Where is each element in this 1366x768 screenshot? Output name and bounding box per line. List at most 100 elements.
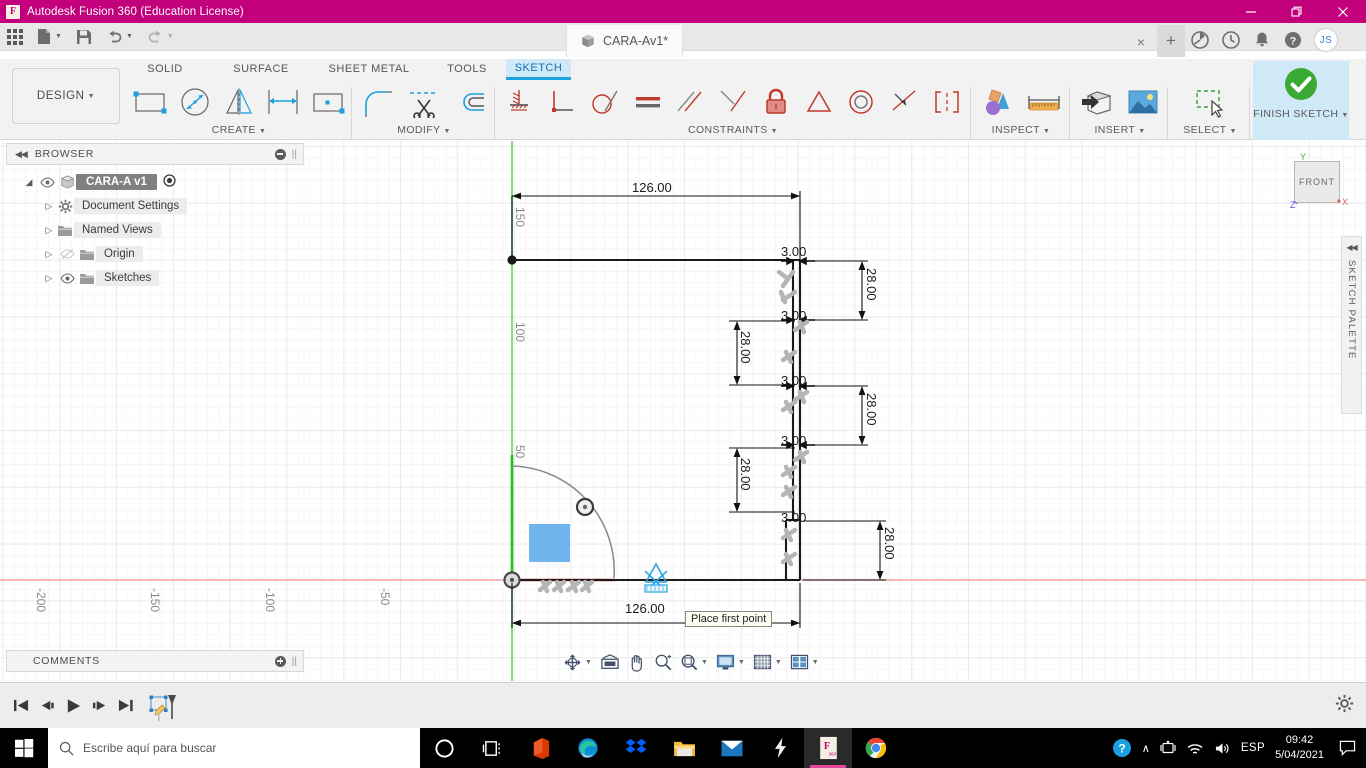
expand-arrow-icon[interactable]: ◢ [22,177,36,188]
timeline-next-icon[interactable] [86,691,112,721]
grid-snaps-icon[interactable]: ▼ [750,654,785,671]
tab-surface[interactable]: SURFACE [218,60,304,78]
expand-arrow-icon[interactable]: ▷ [42,225,56,236]
job-status-icon[interactable] [1190,30,1210,50]
mail-icon[interactable] [708,728,756,768]
chevron-down-icon[interactable]: ▼ [701,659,708,666]
rectangle-tool-icon[interactable] [128,81,172,123]
symmetry-constraint-icon[interactable] [925,81,968,123]
help-icon[interactable]: ? [1283,30,1303,50]
office-icon[interactable] [516,728,564,768]
chevron-down-icon[interactable]: ▼ [55,33,62,40]
chevron-down-icon[interactable]: ▼ [812,659,819,666]
fillet-tool-icon[interactable] [355,81,401,123]
dimension-bottom-width[interactable]: 126.00 [625,601,665,616]
undo-icon[interactable]: ▼ [99,23,140,51]
panel-inspect-label[interactable]: INSPECT ▼ [975,124,1067,136]
fix-constraint-icon[interactable] [498,81,541,123]
redo-icon[interactable]: ▼ [140,23,181,51]
close-button[interactable] [1320,0,1366,23]
notification-center-icon[interactable] [1334,740,1360,756]
collapse-icon[interactable]: ◀◀ [1346,243,1357,252]
timeline-play-icon[interactable] [60,691,86,721]
wifi-icon[interactable] [1186,741,1204,756]
finish-sketch-check-icon[interactable] [1278,63,1324,105]
expand-arrow-icon[interactable]: ▷ [42,249,56,260]
viewports-icon[interactable]: ▼ [787,654,822,671]
trim-tool-icon[interactable] [401,81,447,123]
sidebar-item-sketches[interactable]: ▷ Sketches [6,266,304,290]
chevron-down-icon[interactable]: ▼ [167,33,174,40]
help-circle-icon[interactable]: ? [1112,738,1132,758]
timeline-feature-sketch-icon[interactable] [148,691,182,721]
recent-icon[interactable] [1221,30,1241,50]
app-grid-icon[interactable] [0,23,30,51]
orbit-icon[interactable]: ▼ [560,653,595,672]
language-indicator[interactable]: ESP [1241,742,1265,754]
panel-select-label[interactable]: SELECT ▼ [1172,124,1248,136]
timeline-settings-icon[interactable] [1335,694,1354,718]
start-button[interactable] [0,728,48,768]
browser-collapse-icon[interactable]: ◀◀ [15,149,28,160]
add-comment-icon[interactable] [274,655,286,667]
browser-grip-icon[interactable]: || [292,149,297,160]
tab-tools[interactable]: TOOLS [436,60,498,78]
timeline-prev-icon[interactable] [34,691,60,721]
new-document-tab-button[interactable]: + [1157,25,1185,57]
dropbox-icon[interactable] [612,728,660,768]
horizontal-vertical-constraint-icon[interactable] [541,81,584,123]
tab-sheet-metal[interactable]: SHEET METAL [320,60,418,78]
comments-grip-icon[interactable]: || [292,656,297,667]
cortana-icon[interactable] [420,728,468,768]
sidebar-item-document-settings[interactable]: ▷ Document Settings [6,194,304,218]
save-icon[interactable] [69,23,99,51]
close-document-tab-button[interactable]: × [1130,31,1152,53]
display-settings-icon[interactable]: ▼ [713,654,748,671]
sidebar-item-origin[interactable]: ▷ Origin [6,242,304,266]
insert-canvas-icon[interactable] [1120,81,1166,123]
dimension-gap-left-2[interactable]: 28.00 [738,458,753,491]
avatar[interactable]: JS [1314,28,1338,52]
panel-create-label[interactable]: CREATE ▼ [128,124,350,136]
component-activate-radio[interactable] [163,174,176,190]
dimension-rib-2[interactable]: 3.00 [781,308,806,323]
edge-icon[interactable] [564,728,612,768]
dimension-gap-right-1[interactable]: 28.00 [864,268,879,301]
fit-icon[interactable]: ▼ [677,653,711,671]
document-tab[interactable]: CARA-Av1* [566,25,684,57]
equal-constraint-icon[interactable] [626,81,669,123]
expand-arrow-icon[interactable]: ▷ [42,201,56,212]
sketch-palette-tab[interactable]: ◀◀ SKETCH PALETTE [1341,236,1362,414]
finish-sketch-label[interactable]: FINISH SKETCH ▼ [1253,108,1349,120]
parallel-constraint-icon[interactable] [669,81,712,123]
panel-modify-label[interactable]: MODIFY ▼ [355,124,493,136]
circle-tool-icon[interactable] [172,81,216,123]
chrome-icon[interactable] [852,728,900,768]
offset-tool-icon[interactable] [447,81,493,123]
dimension-tool-icon[interactable] [261,81,305,123]
dimension-rib-4[interactable]: 3.00 [781,433,806,448]
pan-icon[interactable] [625,653,649,672]
volume-icon[interactable] [1214,741,1231,756]
clock[interactable]: 09:42 5/04/2021 [1275,733,1324,763]
tangent-constraint-icon[interactable] [583,81,626,123]
concentric-constraint-icon[interactable] [840,81,883,123]
chevron-down-icon[interactable]: ▼ [585,659,592,666]
sidebar-item-named-views[interactable]: ▷ Named Views [6,218,304,242]
tab-sketch[interactable]: SKETCH [506,59,571,80]
midpoint-constraint-icon[interactable] [797,81,840,123]
visibility-eye-icon[interactable] [36,176,58,188]
look-at-icon[interactable] [597,653,623,671]
minimize-button[interactable] [1228,0,1274,23]
lightning-icon[interactable] [756,728,804,768]
dimension-top-width[interactable]: 126.00 [632,180,672,195]
tray-overflow-icon[interactable]: ∧ [1142,742,1150,755]
task-view-icon[interactable] [468,728,516,768]
section-analysis-icon[interactable] [975,81,1021,123]
new-file-icon[interactable]: ▼ [30,23,69,51]
tab-solid[interactable]: SOLID [132,60,198,78]
panel-constraints-label[interactable]: CONSTRAINTS ▼ [498,124,968,136]
timeline-last-icon[interactable] [112,691,138,721]
select-window-icon[interactable] [1187,81,1233,123]
dimension-gap-right-2[interactable]: 28.00 [864,393,879,426]
